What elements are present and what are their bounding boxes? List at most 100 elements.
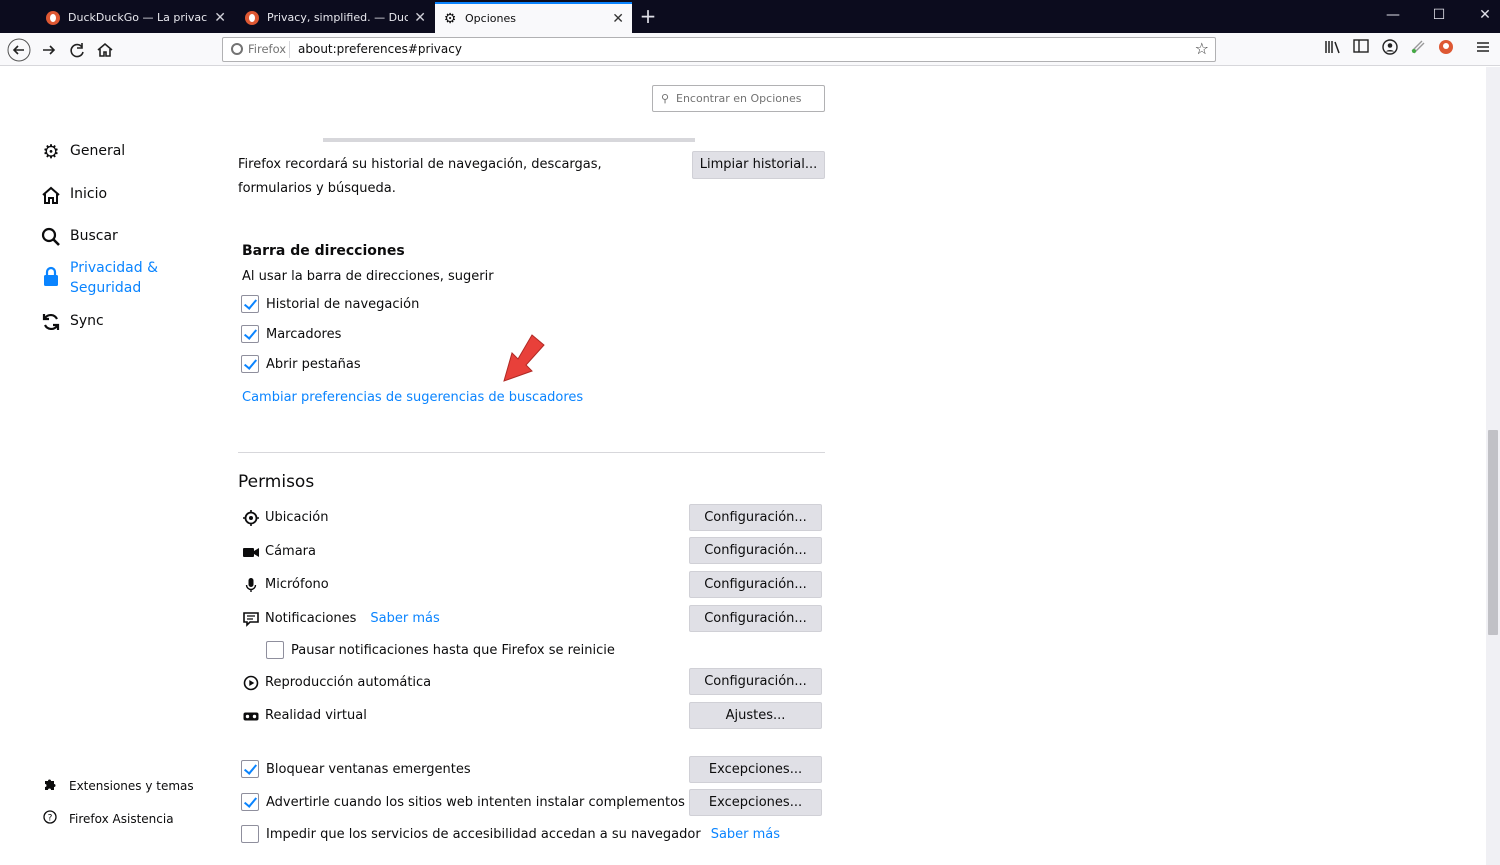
lock-icon <box>40 266 62 288</box>
menu-icon[interactable] <box>1472 39 1494 59</box>
microphone-settings-button[interactable]: Configuración... <box>689 571 822 598</box>
permission-autoplay: Reproducción automática <box>242 674 431 691</box>
checkbox-box[interactable] <box>241 760 259 778</box>
new-tab-button[interactable]: + <box>637 3 659 29</box>
checkbox-box[interactable] <box>241 325 259 343</box>
location-icon <box>242 509 259 526</box>
reload-button[interactable] <box>64 37 90 63</box>
search-suggestions-link[interactable]: Cambiar preferencias de sugerencias de b… <box>242 390 583 405</box>
checkbox-box[interactable] <box>266 641 284 659</box>
sidebar-footer-support[interactable]: ? Firefox Asistencia <box>42 810 174 828</box>
suggest-open-tabs-checkbox[interactable]: Abrir pestañas <box>241 355 361 373</box>
checkbox-box[interactable] <box>241 355 259 373</box>
suggest-history-checkbox[interactable]: Historial de navegación <box>241 295 419 313</box>
popup-exceptions-button[interactable]: Excepciones... <box>689 756 822 783</box>
home-icon <box>97 42 113 57</box>
notifications-learn-more-link[interactable]: Saber más <box>370 611 439 626</box>
minimize-button[interactable]: — <box>1370 0 1416 33</box>
forward-button[interactable] <box>36 37 62 63</box>
vr-settings-button[interactable]: Ajustes... <box>689 702 822 729</box>
identity-box[interactable]: Firefox <box>231 42 286 56</box>
vr-icon <box>242 707 259 724</box>
back-icon <box>7 38 31 62</box>
sidebar-item-sync[interactable]: Sync <box>40 311 104 333</box>
suggest-bookmarks-checkbox[interactable]: Marcadores <box>241 325 341 343</box>
warn-addon-install-checkbox[interactable]: Advertirle cuando los sitios web intente… <box>241 793 685 811</box>
close-tab-icon[interactable]: ✕ <box>214 10 226 26</box>
tab-duckduckgo-1[interactable]: DuckDuckGo — La privacidad, ✕ <box>38 2 234 33</box>
sidebar-item-label: Sync <box>70 313 104 329</box>
clear-history-button[interactable]: Limpiar historial... <box>692 151 825 179</box>
permission-vr: Realidad virtual <box>242 707 367 724</box>
red-arrow-annotation <box>503 334 545 382</box>
identity-label: Firefox <box>248 42 287 56</box>
permission-label: Reproducción automática <box>265 675 432 690</box>
help-icon: ? <box>42 810 58 828</box>
sync-icon <box>40 311 62 333</box>
sidebar-footer-extensions[interactable]: Extensiones y temas <box>42 777 194 795</box>
screenshot-icon[interactable] <box>1407 39 1429 59</box>
tab-opciones[interactable]: ⚙ Opciones ✕ <box>435 2 632 33</box>
checkbox-box[interactable] <box>241 825 259 843</box>
library-icon[interactable] <box>1322 39 1344 59</box>
section-divider <box>238 452 825 453</box>
tab-title: DuckDuckGo — La privacidad, <box>68 11 208 24</box>
checkbox-label: Historial de navegación <box>266 296 420 312</box>
close-tab-icon[interactable]: ✕ <box>612 11 624 27</box>
addon-exceptions-button[interactable]: Excepciones... <box>689 789 822 816</box>
url-text[interactable]: about:preferences#privacy <box>298 42 462 56</box>
sidebar-item-buscar[interactable]: Buscar <box>40 226 118 248</box>
sidebar-item-general[interactable]: ⚙ General <box>40 141 125 163</box>
find-in-options-placeholder: Encontrar en Opciones <box>676 92 802 105</box>
bookmark-star-icon[interactable]: ☆ <box>1195 39 1209 58</box>
camera-icon <box>242 543 259 560</box>
permissions-heading: Permisos <box>238 472 315 492</box>
maximize-button[interactable]: ☐ <box>1416 0 1462 33</box>
permission-label: Micrófono <box>265 577 329 592</box>
permission-label: Cámara <box>265 544 316 559</box>
checkbox-box[interactable] <box>241 793 259 811</box>
account-icon[interactable] <box>1379 39 1401 59</box>
home-button[interactable] <box>92 37 118 63</box>
url-bar[interactable]: Firefox about:preferences#privacy ☆ <box>222 37 1216 62</box>
back-button[interactable] <box>6 37 32 63</box>
search-icon: ⚲ <box>661 92 670 105</box>
history-description: Firefox recordará su historial de navega… <box>238 157 602 196</box>
block-popups-checkbox[interactable]: Bloquear ventanas emergentes <box>241 760 471 778</box>
checkbox-box[interactable] <box>241 295 259 313</box>
checkbox-label: Impedir que los servicios de accesibilid… <box>266 826 701 842</box>
close-window-button[interactable]: ✕ <box>1462 0 1500 33</box>
permission-label: Realidad virtual <box>265 708 367 723</box>
checkbox-label: Pausar notificaciones hasta que Firefox … <box>291 642 615 658</box>
notification-icon <box>242 610 259 627</box>
autoplay-settings-button[interactable]: Configuración... <box>689 668 822 695</box>
permission-location: Ubicación <box>242 509 328 526</box>
sidebar-item-label: Buscar <box>70 228 118 244</box>
scrollbar-thumb[interactable] <box>1488 430 1498 635</box>
tab-strip: DuckDuckGo — La privacidad, ✕ Privacy, s… <box>0 0 1500 33</box>
sidebar-item-label: Inicio <box>70 186 108 202</box>
pause-notifications-checkbox[interactable]: Pausar notificaciones hasta que Firefox … <box>266 641 615 659</box>
duckduckgo-icon <box>46 10 60 25</box>
home-icon <box>40 184 62 206</box>
tab-duckduckgo-2[interactable]: Privacy, simplified. — DuckDu ✕ <box>237 2 434 33</box>
sidebar-item-label: Privacidad & Seguridad <box>70 260 159 296</box>
checkbox-label: Abrir pestañas <box>266 356 361 372</box>
duckduckgo-extension-icon[interactable] <box>1435 39 1457 59</box>
block-accessibility-checkbox[interactable]: Impedir que los servicios de accesibilid… <box>241 825 780 843</box>
permission-label: Notificaciones <box>265 611 357 626</box>
browser-window: DuckDuckGo — La privacidad, ✕ Privacy, s… <box>0 0 1500 865</box>
gear-icon: ⚙ <box>443 10 457 27</box>
puzzle-icon <box>42 777 58 795</box>
find-in-options-input[interactable]: ⚲ Encontrar en Opciones <box>652 85 825 112</box>
sidebar-item-label: General <box>70 143 126 159</box>
sidebar-item-inicio[interactable]: Inicio <box>40 184 107 206</box>
camera-settings-button[interactable]: Configuración... <box>689 537 822 564</box>
accessibility-learn-more-link[interactable]: Saber más <box>711 827 780 842</box>
sidebar-item-privacidad[interactable]: Privacidad & Seguridad <box>40 258 170 298</box>
close-tab-icon[interactable]: ✕ <box>414 10 426 26</box>
location-settings-button[interactable]: Configuración... <box>689 504 822 531</box>
notifications-settings-button[interactable]: Configuración... <box>689 605 822 632</box>
sidebar-icon[interactable] <box>1350 39 1372 59</box>
tab-title: Opciones <box>465 12 516 25</box>
